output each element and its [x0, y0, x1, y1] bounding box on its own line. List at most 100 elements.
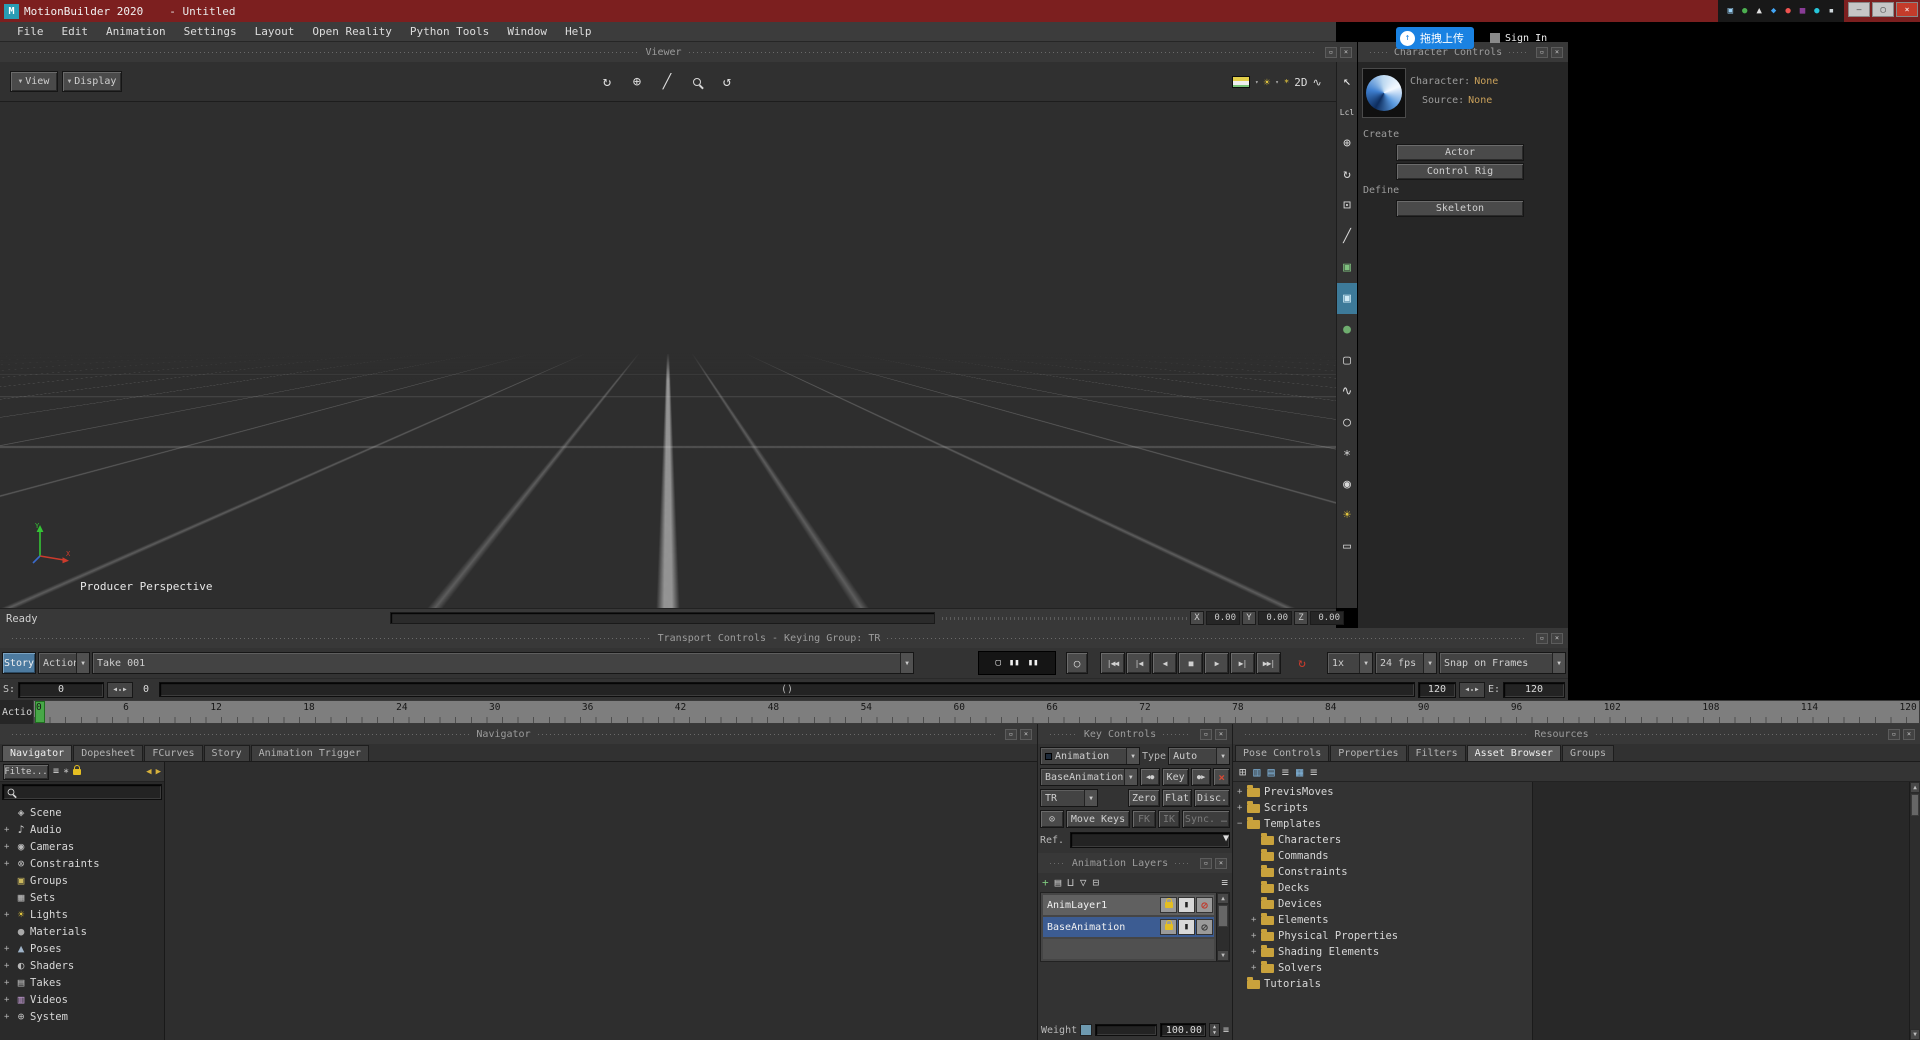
measure-icon[interactable]: ╱ [658, 74, 676, 90]
asset-view-icon[interactable]: ≡ [1282, 765, 1289, 779]
tree-expander[interactable]: + [4, 944, 14, 954]
display-dropdown[interactable]: ▼ Display [62, 71, 122, 92]
side-tool-icon[interactable]: ∿ [1337, 376, 1357, 407]
layer-tool-icon[interactable]: ⊔ [1067, 876, 1074, 889]
tree-item[interactable]: + ⊗ Constraints [0, 855, 164, 872]
tree-item[interactable]: + ◐ Shaders [0, 957, 164, 974]
story-toggle-button[interactable]: Story [2, 652, 36, 674]
weight-spinner[interactable]: ▲▼ [1209, 1023, 1220, 1037]
range-end-input[interactable]: 120 [1418, 682, 1456, 698]
tree-item[interactable]: + ▲ Poses [0, 940, 164, 957]
fk-button[interactable]: FK [1132, 810, 1156, 828]
search-input[interactable] [2, 784, 162, 800]
layer-lock-icon[interactable] [1160, 919, 1177, 935]
asset-content-pane[interactable] [1533, 782, 1909, 1040]
end-frame-input[interactable]: 120 [1503, 682, 1565, 698]
tree-item[interactable]: ◈ Scene [0, 804, 164, 821]
side-tool-icon[interactable]: ⊕ [1337, 128, 1357, 159]
menu-item[interactable]: Edit [53, 25, 98, 38]
side-tool-icon[interactable]: ↖ [1337, 66, 1357, 97]
layer-tool-icon[interactable]: + [1042, 876, 1049, 889]
asset-view-icon[interactable]: ▥ [1253, 765, 1260, 779]
playback-button[interactable]: |◀◀ [1100, 652, 1125, 674]
start-frame-input[interactable]: 0 [18, 682, 104, 698]
tray-icon[interactable]: ▲ [1756, 6, 1761, 16]
layer-solo-icon[interactable]: ▮ [1178, 897, 1195, 913]
zoom-icon[interactable] [688, 78, 706, 86]
disc-button[interactable]: Disc. [1194, 789, 1230, 807]
navigator-tab[interactable]: Navigator [2, 745, 72, 761]
tree-expander[interactable]: + [4, 961, 14, 971]
playback-button[interactable]: ▶| [1230, 652, 1255, 674]
pivot-toggle[interactable]: ⊙ [1040, 810, 1064, 828]
tree-item[interactable]: + ♪ Audio [0, 821, 164, 838]
tree-item[interactable]: + ⊕ System [0, 1008, 164, 1025]
asset-folder-row[interactable]: Tutorials [1233, 976, 1532, 992]
playback-button[interactable]: ◀ [1152, 652, 1177, 674]
tray-icon[interactable]: ▪ [1829, 6, 1834, 16]
side-tool-icon[interactable]: ∗ [1337, 438, 1357, 469]
skeleton-button[interactable]: Skeleton [1396, 200, 1524, 217]
tree-expander[interactable]: + [1237, 803, 1247, 813]
filter-button[interactable]: Filte... [3, 764, 49, 780]
tree-expander[interactable]: + [4, 995, 14, 1005]
tree-expander[interactable]: + [4, 825, 14, 835]
end-spinner[interactable]: ◀▶ [1459, 682, 1485, 698]
take-dropdown[interactable]: Take 001▼ [92, 652, 914, 674]
resources-scrollbar[interactable]: ▲ ▼ [1909, 782, 1920, 1040]
loop-icon[interactable]: ↻ [1291, 656, 1313, 671]
layers-scrollbar[interactable]: ▲ ▼ [1216, 893, 1229, 961]
zero-button[interactable]: Zero [1128, 789, 1160, 807]
speed-dropdown[interactable]: 1x▼ [1327, 652, 1373, 674]
resources-tab[interactable]: Properties [1330, 745, 1406, 761]
navigator-tab[interactable]: Dopesheet [73, 745, 143, 761]
panel-dock-icon[interactable]: ▫ [1536, 633, 1548, 644]
asset-folder-row[interactable]: Commands [1233, 848, 1532, 864]
panel-dock-icon[interactable]: ▫ [1888, 729, 1900, 740]
sync-button[interactable]: Sync. … [1182, 810, 1230, 828]
side-tool-icon[interactable]: ☀ [1337, 500, 1357, 531]
frame-ruler[interactable]: 0 6 12 18 24 30 36 42 48 54 60 66 72 78 … [33, 700, 1920, 724]
menu-item[interactable]: Animation [97, 25, 175, 38]
panel-close-icon[interactable]: × [1020, 729, 1032, 740]
layer-mute-icon[interactable]: ⊘ [1196, 897, 1213, 913]
keying-group-dropdown[interactable]: TR▼ [1040, 789, 1098, 807]
prev-key-button[interactable]: ◀● [1140, 768, 1161, 786]
side-tool-icon[interactable]: ◉ [1337, 469, 1357, 500]
tree-expander[interactable]: + [1251, 915, 1261, 925]
timeline-strip-icon[interactable] [1232, 76, 1250, 88]
panel-dock-icon[interactable]: ▫ [1200, 729, 1212, 740]
tree-item[interactable]: ● Materials [0, 923, 164, 940]
tray-icon[interactable]: ▣ [1728, 6, 1733, 16]
layer-lock-icon[interactable] [1160, 897, 1177, 913]
asset-folder-row[interactable]: + PrevisMoves [1233, 784, 1532, 800]
layer-mute-icon[interactable]: ⊘ [1196, 919, 1213, 935]
asset-folder-row[interactable]: − Templates [1233, 816, 1532, 832]
asset-folder-row[interactable]: + Physical Properties [1233, 928, 1532, 944]
panel-dock-icon[interactable]: ▫ [1200, 858, 1212, 869]
curve-tool-icon[interactable]: ∿ [1313, 76, 1322, 89]
navigator-tab[interactable]: Animation Trigger [251, 745, 369, 761]
panel-close-icon[interactable]: × [1903, 729, 1915, 740]
menu-item[interactable]: File [8, 25, 53, 38]
navigator-tab[interactable]: FCurves [144, 745, 202, 761]
tree-item[interactable]: + ◉ Cameras [0, 838, 164, 855]
tray-icon[interactable]: ● [1742, 6, 1747, 16]
upload-button[interactable]: ↑ 拖拽上传 [1396, 27, 1474, 49]
asset-view-icon[interactable]: ▦ [1296, 765, 1303, 779]
tree-expander[interactable]: + [1251, 963, 1261, 973]
ref-dropdown[interactable]: ▼ [1070, 832, 1230, 848]
panel-close-icon[interactable]: × [1215, 729, 1227, 740]
resources-tab[interactable]: Groups [1562, 745, 1614, 761]
resources-tab[interactable]: Pose Controls [1235, 745, 1329, 761]
navigator-tab[interactable]: Story [204, 745, 250, 761]
asset-folder-row[interactable]: + Solvers [1233, 960, 1532, 976]
panel-close-icon[interactable]: × [1215, 858, 1227, 869]
navigator-canvas[interactable] [165, 762, 1037, 1040]
tree-expander[interactable]: + [1251, 947, 1261, 957]
tray-icon[interactable]: ● [1814, 6, 1819, 16]
lock-icon[interactable] [73, 769, 81, 775]
side-tool-icon[interactable]: ○ [1337, 407, 1357, 438]
2d-mode-button[interactable]: 2D [1294, 76, 1307, 89]
tree-item[interactable]: ▦ Sets [0, 889, 164, 906]
